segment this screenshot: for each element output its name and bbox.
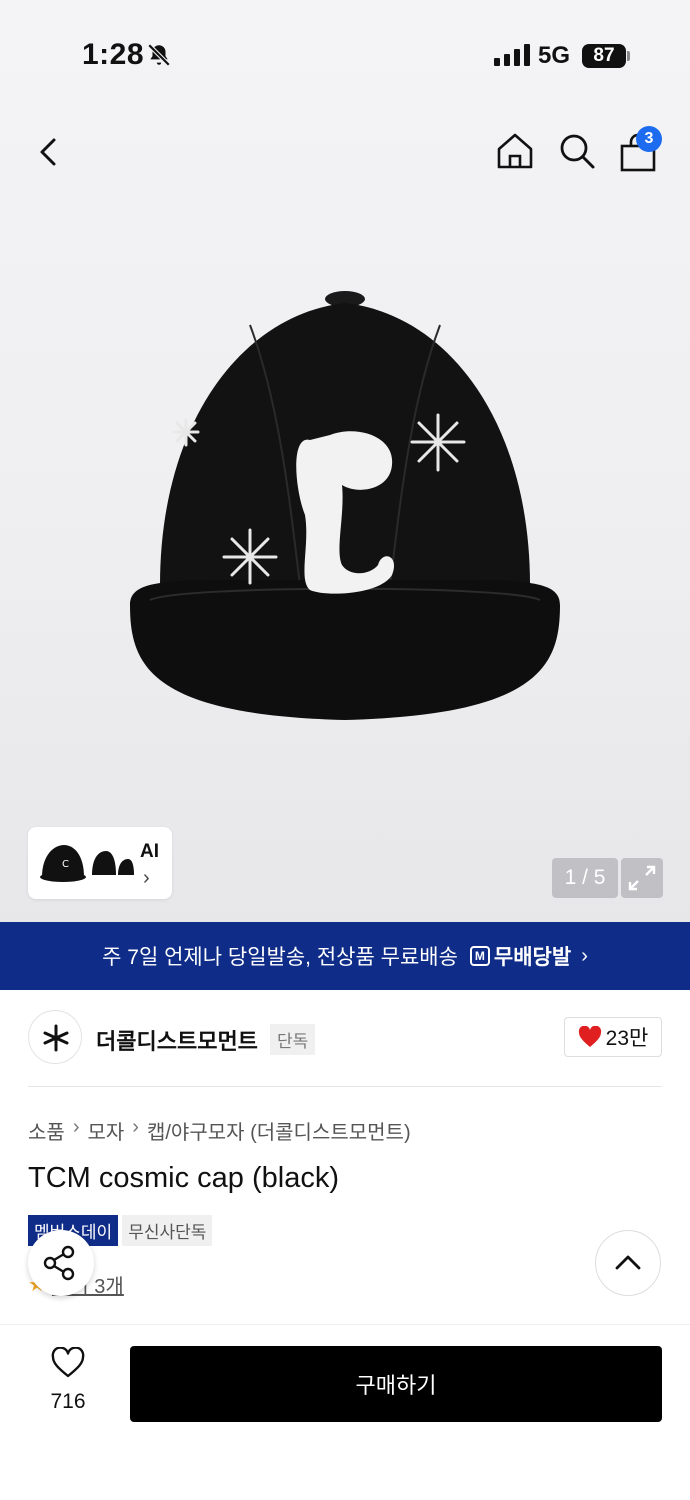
- home-icon[interactable]: [494, 130, 536, 172]
- chevron-right-icon: ›: [143, 867, 150, 889]
- brand-logo[interactable]: [28, 1010, 82, 1064]
- network-label: 5G: [538, 42, 571, 69]
- hero-area: 1:28 5G 87 3 C AI › 1 / 5: [0, 0, 690, 922]
- product-image[interactable]: [120, 285, 570, 735]
- buy-button[interactable]: 구매하기: [130, 1346, 662, 1422]
- wish-count: 716: [50, 1390, 86, 1413]
- delivery-truck-icon: M: [469, 946, 490, 966]
- product-title: TCM cosmic cap (black): [28, 1162, 339, 1194]
- thumbnail-strip[interactable]: C AI ›: [28, 827, 172, 899]
- svg-text:C: C: [62, 859, 69, 870]
- cart-count-badge: 3: [636, 126, 662, 152]
- battery-icon: 87: [582, 44, 626, 68]
- share-icon: [43, 1245, 75, 1281]
- back-icon[interactable]: [30, 132, 70, 172]
- brand-row: 더콜디스트모먼트 단독 23만: [0, 1008, 690, 1068]
- banner-text: 주 7일 언제나 당일발송, 전상품 무료배송: [102, 946, 458, 969]
- share-button[interactable]: [28, 1230, 94, 1296]
- chevron-right-icon: ›: [581, 944, 588, 967]
- exclusive-tag: 무신사단독: [122, 1215, 213, 1246]
- signal-icon: [494, 44, 530, 66]
- delivery-logo: M 무배당발: [469, 941, 572, 971]
- heart-outline-icon: [51, 1346, 85, 1378]
- breadcrumb-separator: ›: [72, 1116, 80, 1138]
- breadcrumb-item[interactable]: 모자: [87, 1116, 124, 1145]
- exclusive-badge: 단독: [270, 1024, 316, 1055]
- brand-like-count: 23만: [605, 1027, 649, 1050]
- brand-like-button[interactable]: 23만: [564, 1017, 662, 1057]
- bell-slash-icon: [146, 42, 172, 73]
- status-time: 1:28: [82, 38, 145, 71]
- breadcrumb-item[interactable]: 소품: [28, 1116, 65, 1145]
- expand-icon[interactable]: [621, 858, 663, 898]
- top-nav: 3: [0, 120, 690, 184]
- brand-name[interactable]: 더콜디스트모먼트: [96, 1024, 258, 1056]
- status-bar: 1:28 5G 87: [0, 0, 690, 100]
- breadcrumb: 소품 › 모자 › 캡/야구모자 (더콜디스트모먼트): [28, 1116, 411, 1145]
- bottom-action-bar: 716 구매하기: [0, 1324, 690, 1500]
- chevron-up-icon: [615, 1255, 641, 1270]
- image-counter: 1 / 5: [552, 858, 618, 898]
- thumbnail-image: C: [34, 833, 134, 893]
- wish-button[interactable]: 716: [38, 1346, 98, 1414]
- delivery-logo-text: 무배당발: [493, 946, 572, 969]
- battery-cap: [627, 51, 630, 61]
- breadcrumb-separator: ›: [132, 1116, 139, 1138]
- heart-icon: [578, 1026, 601, 1047]
- scroll-top-button[interactable]: [595, 1230, 661, 1296]
- ai-label: AI: [140, 841, 159, 862]
- shipping-banner[interactable]: 주 7일 언제나 당일발송, 전상품 무료배송 M 무배당발 ›: [0, 922, 690, 990]
- divider: [28, 1086, 662, 1087]
- search-icon[interactable]: [556, 130, 598, 172]
- breadcrumb-item[interactable]: 캡/야구모자 (더콜디스트모먼트): [147, 1116, 411, 1145]
